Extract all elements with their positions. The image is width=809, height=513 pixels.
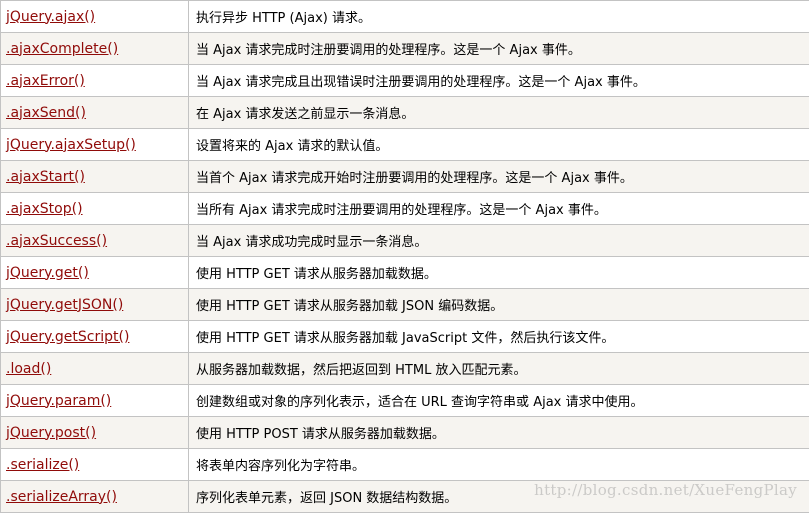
method-link-ajax-stop[interactable]: .ajaxStop(): [6, 201, 83, 217]
method-link-jquery-ajax[interactable]: jQuery.ajax(): [6, 9, 95, 25]
method-link-jquery-getscript[interactable]: jQuery.getScript(): [6, 329, 129, 345]
description-cell: 从服务器加载数据，然后把返回到 HTML 放入匹配元素。: [189, 353, 809, 385]
table-row: .ajaxComplete() 当 Ajax 请求完成时注册要调用的处理程序。这…: [1, 33, 809, 65]
method-cell: jQuery.post(): [1, 417, 189, 449]
method-link-ajax-success[interactable]: .ajaxSuccess(): [6, 233, 107, 249]
method-link-load[interactable]: .load(): [6, 361, 51, 377]
method-cell: .ajaxSend(): [1, 97, 189, 129]
table-row: jQuery.ajax() 执行异步 HTTP (Ajax) 请求。: [1, 1, 809, 33]
method-link-jquery-ajax-setup[interactable]: jQuery.ajaxSetup(): [6, 137, 136, 153]
method-cell: .ajaxComplete(): [1, 33, 189, 65]
table-row: .ajaxError() 当 Ajax 请求完成且出现错误时注册要调用的处理程序…: [1, 65, 809, 97]
table-row: .ajaxStart() 当首个 Ajax 请求完成开始时注册要调用的处理程序。…: [1, 161, 809, 193]
table-row: jQuery.getJSON() 使用 HTTP GET 请求从服务器加载 JS…: [1, 289, 809, 321]
table-row: jQuery.getScript() 使用 HTTP GET 请求从服务器加载 …: [1, 321, 809, 353]
method-link-jquery-getjson[interactable]: jQuery.getJSON(): [6, 297, 123, 313]
description-cell: 当 Ajax 请求成功完成时显示一条消息。: [189, 225, 809, 257]
method-link-ajax-start[interactable]: .ajaxStart(): [6, 169, 85, 185]
method-link-jquery-post[interactable]: jQuery.post(): [6, 425, 96, 441]
description-cell: 当 Ajax 请求完成且出现错误时注册要调用的处理程序。这是一个 Ajax 事件…: [189, 65, 809, 97]
method-cell: jQuery.ajaxSetup(): [1, 129, 189, 161]
method-cell: jQuery.getScript(): [1, 321, 189, 353]
method-cell: jQuery.get(): [1, 257, 189, 289]
method-link-ajax-complete[interactable]: .ajaxComplete(): [6, 41, 118, 57]
method-cell: .ajaxError(): [1, 65, 189, 97]
description-cell: 执行异步 HTTP (Ajax) 请求。: [189, 1, 809, 33]
description-cell: 当所有 Ajax 请求完成时注册要调用的处理程序。这是一个 Ajax 事件。: [189, 193, 809, 225]
description-cell: 创建数组或对象的序列化表示，适合在 URL 查询字符串或 Ajax 请求中使用。: [189, 385, 809, 417]
method-cell: .serialize(): [1, 449, 189, 481]
table-row: .load() 从服务器加载数据，然后把返回到 HTML 放入匹配元素。: [1, 353, 809, 385]
method-cell: jQuery.ajax(): [1, 1, 189, 33]
method-link-serialize-array[interactable]: .serializeArray(): [6, 489, 117, 505]
description-cell: 使用 HTTP POST 请求从服务器加载数据。: [189, 417, 809, 449]
table-row: jQuery.post() 使用 HTTP POST 请求从服务器加载数据。: [1, 417, 809, 449]
description-cell: 将表单内容序列化为字符串。: [189, 449, 809, 481]
method-cell: jQuery.param(): [1, 385, 189, 417]
table-row: .ajaxStop() 当所有 Ajax 请求完成时注册要调用的处理程序。这是一…: [1, 193, 809, 225]
table-row: .serializeArray() 序列化表单元素，返回 JSON 数据结构数据…: [1, 481, 809, 513]
method-cell: .load(): [1, 353, 189, 385]
method-cell: jQuery.getJSON(): [1, 289, 189, 321]
method-cell: .ajaxSuccess(): [1, 225, 189, 257]
description-cell: 当首个 Ajax 请求完成开始时注册要调用的处理程序。这是一个 Ajax 事件。: [189, 161, 809, 193]
method-link-jquery-param[interactable]: jQuery.param(): [6, 393, 111, 409]
description-cell: 在 Ajax 请求发送之前显示一条消息。: [189, 97, 809, 129]
table-row: jQuery.get() 使用 HTTP GET 请求从服务器加载数据。: [1, 257, 809, 289]
method-link-ajax-error[interactable]: .ajaxError(): [6, 73, 85, 89]
jquery-ajax-methods-table: jQuery.ajax() 执行异步 HTTP (Ajax) 请求。 .ajax…: [0, 0, 809, 513]
description-cell: 使用 HTTP GET 请求从服务器加载数据。: [189, 257, 809, 289]
table-row: .ajaxSuccess() 当 Ajax 请求成功完成时显示一条消息。: [1, 225, 809, 257]
description-cell: 使用 HTTP GET 请求从服务器加载 JSON 编码数据。: [189, 289, 809, 321]
description-cell: 设置将来的 Ajax 请求的默认值。: [189, 129, 809, 161]
table-row: jQuery.param() 创建数组或对象的序列化表示，适合在 URL 查询字…: [1, 385, 809, 417]
method-cell: .serializeArray(): [1, 481, 189, 513]
description-cell: 使用 HTTP GET 请求从服务器加载 JavaScript 文件，然后执行该…: [189, 321, 809, 353]
method-cell: .ajaxStart(): [1, 161, 189, 193]
description-cell: 当 Ajax 请求完成时注册要调用的处理程序。这是一个 Ajax 事件。: [189, 33, 809, 65]
table-row: .serialize() 将表单内容序列化为字符串。: [1, 449, 809, 481]
method-link-jquery-get[interactable]: jQuery.get(): [6, 265, 89, 281]
method-cell: .ajaxStop(): [1, 193, 189, 225]
description-cell: 序列化表单元素，返回 JSON 数据结构数据。: [189, 481, 809, 513]
table-row: .ajaxSend() 在 Ajax 请求发送之前显示一条消息。: [1, 97, 809, 129]
table-body: jQuery.ajax() 执行异步 HTTP (Ajax) 请求。 .ajax…: [1, 1, 809, 513]
method-link-ajax-send[interactable]: .ajaxSend(): [6, 105, 86, 121]
method-link-serialize[interactable]: .serialize(): [6, 457, 79, 473]
table-row: jQuery.ajaxSetup() 设置将来的 Ajax 请求的默认值。: [1, 129, 809, 161]
